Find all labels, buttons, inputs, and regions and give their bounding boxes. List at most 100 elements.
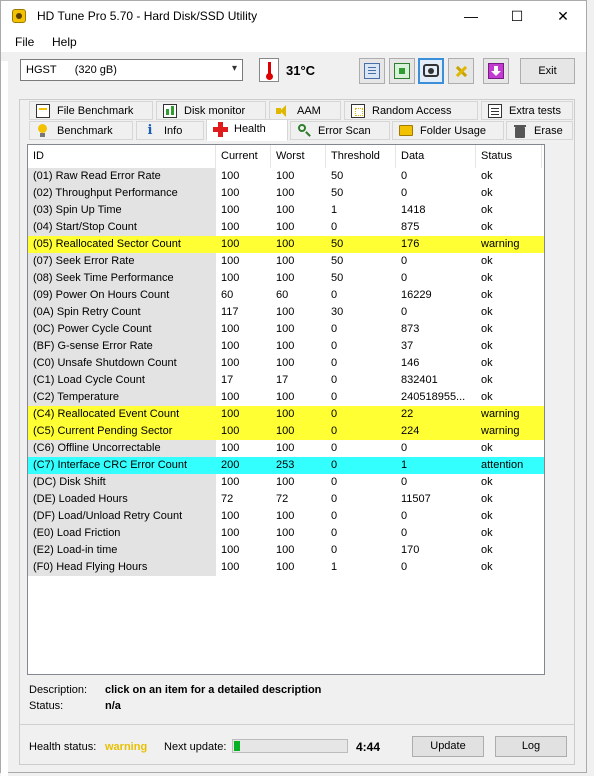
drive-select[interactable]: HGST (320 gB) ▾ [20,59,243,81]
cell-worst: 100 [276,272,295,284]
random-access-icon [351,104,365,118]
column-header-status[interactable]: Status [476,145,542,168]
table-row[interactable]: (DE) Loaded Hours 72 72 0 11507 ok [28,491,544,508]
cell-current: 200 [221,459,240,471]
table-row[interactable]: (04) Start/Stop Count 100 100 0 875 ok [28,219,544,236]
menu-help[interactable]: Help [52,35,77,49]
cell-worst: 100 [276,238,295,250]
table-header: ID Current Worst Threshold Data Status [28,145,544,168]
table-row[interactable]: (07) Seek Error Rate 100 100 50 0 ok [28,253,544,270]
table-row[interactable]: (02) Throughput Performance 100 100 50 0 ok [28,185,544,202]
tab-label: Erase [534,125,563,137]
tab-health[interactable]: Health [206,119,288,141]
cell-data: 37 [401,340,414,352]
options-button[interactable] [448,58,474,84]
copy-screenshot-button[interactable] [389,58,415,84]
cell-threshold: 30 [331,306,344,318]
cell-threshold: 0 [331,493,338,505]
table-row[interactable]: (0C) Power Cycle Count 100 100 0 873 ok [28,321,544,338]
tab-erase[interactable]: Erase [506,121,573,140]
tab-error-scan[interactable]: Error Scan [290,121,390,140]
cell-current: 100 [221,340,240,352]
cell-status: ok [481,493,493,505]
tab-folder-usage[interactable]: Folder Usage [392,121,504,140]
table-row[interactable]: (C2) Temperature 100 100 0 240518955... ok [28,389,544,406]
cell-threshold: 1 [331,204,338,216]
cell-status: ok [481,391,493,403]
table-row[interactable]: (01) Raw Read Error Rate 100 100 50 0 ok [28,168,544,185]
cell-data: 176 [401,238,420,250]
tab-benchmark[interactable]: Benchmark [29,121,133,140]
tab-aam[interactable]: AAM [269,101,341,120]
table-row[interactable]: (C6) Offline Uncorrectable 100 100 0 0 ok [28,440,544,457]
table-row[interactable]: (E0) Load Friction 100 100 0 0 ok [28,525,544,542]
cell-current: 100 [221,272,240,284]
cell-current: 117 [221,306,239,318]
cell-status: ok [481,510,493,522]
column-header-current[interactable]: Current [216,145,271,168]
table-row[interactable]: (DF) Load/Unload Retry Count 100 100 0 0 ok [28,508,544,525]
maximize-button[interactable]: ☐ [494,1,540,32]
cell-status: ok [481,306,493,318]
cell-status: ok [481,255,493,267]
cell-worst: 100 [276,561,295,573]
minimize-button[interactable]: — [448,1,494,32]
cell-status: ok [481,170,493,182]
cell-current: 100 [221,357,240,369]
update-button[interactable]: Update [412,736,484,757]
next-update-label: Next update: [164,741,227,753]
divider [20,724,575,725]
table-row[interactable]: (BF) G-sense Error Rate 100 100 0 37 ok [28,338,544,355]
column-header-threshold[interactable]: Threshold [326,145,396,168]
table-row[interactable]: (DC) Disk Shift 100 100 0 0 ok [28,474,544,491]
table-row[interactable]: (C5) Current Pending Sector 100 100 0 224 war… [28,423,544,440]
cell-id: (C2) Temperature [28,389,216,406]
copy-text-button[interactable] [359,58,385,84]
tab-label: Health [234,123,266,135]
cell-data: 0 [401,187,408,199]
cell-data: 0 [401,476,408,488]
status-label: Status: [29,700,64,712]
health-status-label: Health status: [29,741,97,753]
cell-threshold: 0 [331,289,338,301]
tab-label: Folder Usage [420,125,487,137]
close-button[interactable]: ✕ [540,1,586,32]
tab-file-benchmark[interactable]: File Benchmark [29,101,153,120]
cell-threshold: 0 [331,374,338,386]
exit-button[interactable]: Exit [520,58,575,84]
smart-attributes-table[interactable]: ID Current Worst Threshold Data Status (… [27,144,545,675]
cell-worst: 100 [276,221,295,233]
tab-random-access[interactable]: Random Access [344,101,478,120]
cell-data: 0 [401,510,408,522]
cell-id: (DC) Disk Shift [28,474,216,491]
table-row[interactable]: (0A) Spin Retry Count 117 100 30 0 ok [28,304,544,321]
table-row[interactable]: (C0) Unsafe Shutdown Count 100 100 0 146 ok [28,355,544,372]
column-header-worst[interactable]: Worst [271,145,326,168]
column-header-id[interactable]: ID [28,145,216,168]
log-button[interactable]: Log [495,736,567,757]
cell-id: (08) Seek Time Performance [28,270,216,287]
column-header-data[interactable]: Data [396,145,476,168]
save-button[interactable] [483,58,509,84]
cell-worst: 100 [276,306,295,318]
tab-extra-tests[interactable]: Extra tests [481,101,573,120]
cell-worst: 100 [276,408,295,420]
table-row[interactable]: (C4) Reallocated Event Count 100 100 0 22 war… [28,406,544,423]
file-benchmark-icon [36,104,50,118]
table-row[interactable]: (C1) Load Cycle Count 17 17 0 832401 ok [28,372,544,389]
tab-label: Disk monitor [184,105,246,117]
cell-worst: 100 [276,255,295,267]
cell-id: (07) Seek Error Rate [28,253,216,270]
table-row[interactable]: (09) Power On Hours Count 60 60 0 16229 ok [28,287,544,304]
table-row[interactable]: (05) Reallocated Sector Count 100 100 50 176… [28,236,544,253]
table-row[interactable]: (F0) Head Flying Hours 100 100 1 0 ok [28,559,544,576]
table-row[interactable]: (C7) Interface CRC Error Count 200 253 0 1 at… [28,457,544,474]
table-row[interactable]: (E2) Load-in time 100 100 0 170 ok [28,542,544,559]
tab-disk-monitor[interactable]: Disk monitor [156,101,266,120]
cell-worst: 100 [276,442,295,454]
screenshot-button[interactable] [418,58,444,84]
table-row[interactable]: (03) Spin Up Time 100 100 1 1418 ok [28,202,544,219]
tab-info[interactable]: i Info [136,121,204,140]
table-row[interactable]: (08) Seek Time Performance 100 100 50 0 ok [28,270,544,287]
menu-file[interactable]: File [15,35,34,49]
